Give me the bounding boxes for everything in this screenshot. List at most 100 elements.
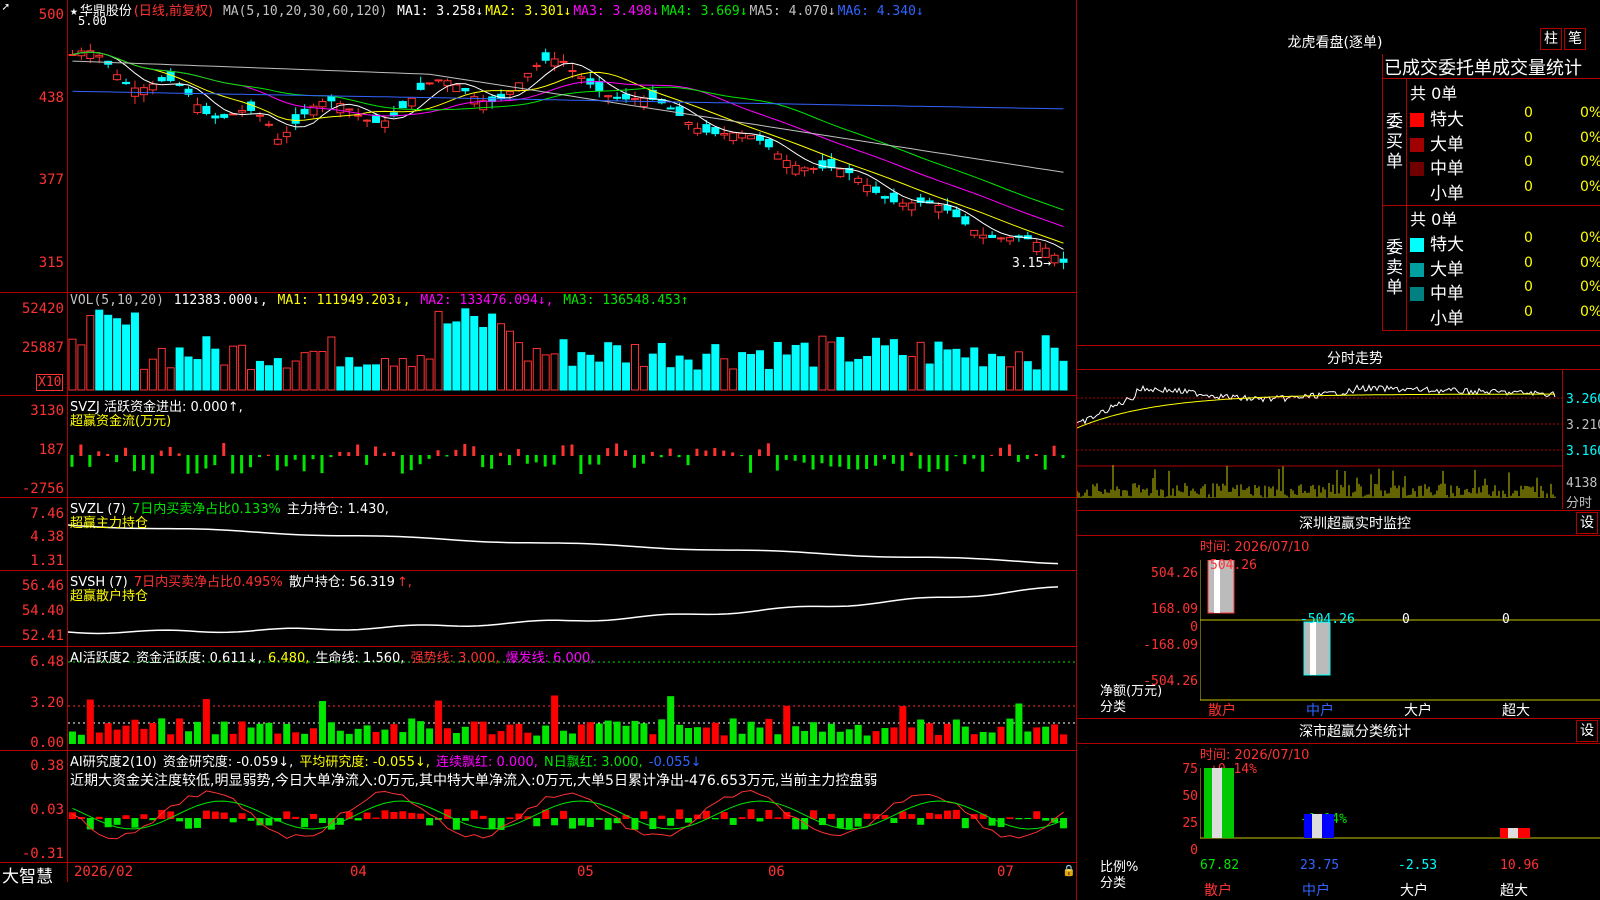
research-bar (711, 818, 719, 820)
volume-bar (407, 365, 416, 391)
flow-bar (695, 448, 699, 456)
research-bar (845, 818, 853, 830)
sz-class-title: 深市超赢分类统计 (1299, 724, 1411, 740)
flow-bar (757, 449, 761, 456)
activity-bar (318, 701, 326, 744)
order-row: 特大 0 0% (1410, 230, 1600, 255)
bar-mode-button[interactable]: 柱 (1540, 28, 1562, 50)
research-bar (863, 813, 871, 819)
candle (791, 164, 800, 175)
candle (872, 186, 881, 193)
brand-logo[interactable]: 大智慧 (2, 862, 53, 887)
activity-bar (310, 728, 318, 744)
research-bar (747, 809, 755, 819)
research-bar (801, 818, 809, 830)
volume-bar (1023, 361, 1032, 391)
activity-bar (390, 724, 398, 744)
research-bar (211, 811, 219, 819)
order-name: 中单 (1430, 159, 1464, 179)
flow-bar (115, 455, 119, 463)
volume-bar (193, 359, 202, 391)
volume-bar (202, 336, 211, 391)
research-bar (577, 818, 585, 826)
bar-value: 0 (1502, 612, 1510, 627)
flow-bar (624, 450, 628, 456)
flow-bar (865, 455, 869, 469)
volume-bar (595, 361, 604, 391)
research-bar (1060, 818, 1068, 829)
candle (372, 114, 381, 123)
candle (639, 97, 648, 107)
volume-bar (1014, 351, 1023, 391)
sz-class-chart (1200, 768, 1600, 839)
volume-bar (845, 361, 854, 391)
activity-bar (488, 734, 496, 744)
bar (1303, 621, 1331, 676)
lock-icon[interactable]: 🔒 (1062, 864, 1076, 877)
volume-bar (479, 326, 488, 391)
y-tick: 315 (38, 255, 64, 271)
activity-bar (899, 706, 907, 744)
y-tick: 56.46 (21, 578, 64, 594)
activity-bar (86, 699, 94, 744)
y-tick: 0.03 (30, 802, 64, 818)
candle (961, 216, 970, 225)
volume-bar (773, 341, 782, 391)
volume-bar (550, 353, 559, 391)
candle (1059, 258, 1068, 263)
activity-bar (952, 719, 960, 744)
activity-bar (68, 731, 76, 744)
y-tick: 500 (38, 7, 64, 23)
activity-bar (818, 731, 826, 744)
activity-bar (640, 723, 648, 744)
volume-bar (443, 323, 452, 391)
activity-bar (274, 733, 282, 744)
tick-mode-button[interactable]: 笔 (1564, 28, 1586, 50)
volume-bar (309, 350, 318, 391)
activity-bar (354, 728, 362, 744)
order-count: 0 (1524, 105, 1533, 121)
volume-bar (345, 357, 354, 391)
volume-bar (532, 347, 541, 391)
activity-bar (1033, 727, 1041, 744)
activity-bar (988, 732, 996, 744)
research-bar (604, 818, 612, 830)
activity-bar (560, 730, 568, 744)
research-bar (310, 813, 318, 819)
settings-button[interactable]: 设 (1576, 720, 1598, 742)
candle (407, 97, 416, 107)
activity-bar (845, 729, 853, 744)
research-bar (961, 818, 969, 829)
flow-bar (1052, 445, 1056, 456)
activity-bar (738, 733, 746, 744)
volume-bar (166, 367, 175, 391)
candle (854, 177, 863, 183)
volume-bar (130, 312, 139, 391)
cat-label: 超大 (1502, 703, 1530, 719)
activity-bar (774, 734, 782, 744)
candle (541, 52, 550, 61)
volume-bar (568, 365, 577, 391)
activity-bar (95, 732, 103, 744)
longhu-title: 龙虎看盘(逐单) (1287, 35, 1383, 51)
ai2-d: N日飘红: 3.000, (544, 755, 643, 770)
volume-bar (470, 315, 479, 391)
activity-bar (1006, 718, 1014, 744)
flow-bar (874, 455, 878, 466)
candle (363, 119, 372, 122)
volume-bar (336, 366, 345, 391)
y-tick: 0 (1190, 843, 1198, 858)
volume-bar (95, 309, 104, 391)
fenshi-y-tick: 3.210 (1566, 418, 1600, 433)
flow-bar (632, 455, 636, 468)
candle (1041, 247, 1050, 258)
research-bar (720, 812, 728, 819)
intraday-chart[interactable] (1077, 370, 1562, 510)
activity-bar (399, 732, 407, 744)
kline-chart[interactable] (68, 0, 1076, 862)
flow-bar (847, 455, 851, 470)
activity-bar (756, 727, 764, 744)
price-line (1077, 384, 1556, 425)
settings-button[interactable]: 设 (1576, 512, 1598, 534)
activity-bar (613, 721, 621, 744)
